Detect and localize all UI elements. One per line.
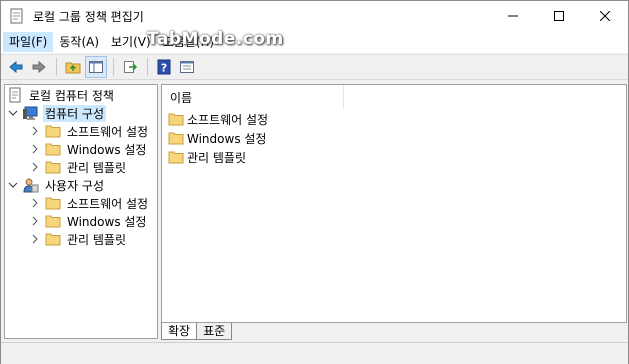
policy-document-icon (7, 87, 23, 103)
menu-action[interactable]: 동작(A) (53, 32, 105, 52)
title-bar: 로컬 그룹 정책 편집기 (1, 1, 628, 31)
details-pane: 이름 소프트웨어 설정 Windows 설정 관리 템플릿 (161, 84, 627, 323)
column-header-name[interactable]: 이름 (162, 85, 344, 109)
folder-icon (45, 195, 61, 211)
tree-label: Windows 설정 (67, 214, 147, 229)
chevron-down-icon[interactable] (7, 108, 19, 118)
show-hide-tree-icon (89, 61, 103, 73)
tree-label: 관리 템플릿 (67, 232, 127, 247)
properties-button[interactable] (176, 56, 198, 78)
show-hide-tree-button[interactable] (85, 56, 107, 78)
folder-icon (45, 123, 61, 139)
menu-file[interactable]: 파일(F) (3, 32, 54, 52)
menu-bar: 파일(F) 동작(A) 보기(V) 도움말(H) (1, 31, 628, 53)
chevron-right-icon[interactable] (29, 162, 41, 172)
tree-pane: 로컬 컴퓨터 정책 컴퓨터 구성 소프트웨어 설정 Windows 설정 관리 … (4, 84, 158, 339)
tree-item-root[interactable]: 로컬 컴퓨터 정책 (7, 86, 116, 104)
list-item-label: Windows 설정 (187, 131, 267, 146)
chevron-right-icon[interactable] (29, 216, 41, 226)
tree-label: 관리 템플릿 (67, 160, 127, 175)
tree-label: 로컬 컴퓨터 정책 (29, 88, 114, 103)
toolbar-separator (56, 58, 57, 76)
toolbar-separator (147, 58, 148, 76)
tree-item-user-admin-templates[interactable]: 관리 템플릿 (29, 230, 128, 248)
help-button[interactable]: ? (153, 56, 175, 78)
tree-item-computer-software[interactable]: 소프트웨어 설정 (29, 122, 150, 140)
list-item-label: 관리 템플릿 (187, 150, 247, 165)
folder-icon (45, 213, 61, 229)
back-icon (9, 60, 23, 74)
tab-standard[interactable]: 표준 (197, 323, 233, 340)
folder-icon (168, 111, 184, 127)
tree-item-user-software[interactable]: 소프트웨어 설정 (29, 194, 150, 212)
up-folder-icon (65, 62, 81, 74)
app-window: 로컬 그룹 정책 편집기 파일(F) 동작(A) 보기(V) 도움말(H) Ta… (0, 0, 629, 364)
group-policy-icon (9, 8, 25, 24)
up-folder-button[interactable] (62, 56, 84, 78)
tree-label: 컴퓨터 구성 (43, 104, 107, 122)
forward-icon (32, 60, 46, 74)
minimize-icon (508, 15, 518, 17)
tree-label: 소프트웨어 설정 (67, 196, 149, 211)
user-icon (23, 177, 39, 193)
tree-item-computer-admin-templates[interactable]: 관리 템플릿 (29, 158, 128, 176)
back-button[interactable] (5, 56, 27, 78)
tree-item-computer-config[interactable]: 컴퓨터 구성 (7, 104, 107, 122)
help-icon: ? (157, 59, 171, 75)
window-title: 로컬 그룹 정책 편집기 (33, 9, 144, 24)
list-item[interactable]: Windows 설정 (168, 129, 266, 147)
forward-button[interactable] (28, 56, 50, 78)
close-button[interactable] (582, 1, 628, 31)
tab-extended[interactable]: 확장 (161, 323, 198, 340)
tree-item-computer-windows[interactable]: Windows 설정 (29, 140, 148, 158)
folder-icon (45, 141, 61, 157)
tree-label: 소프트웨어 설정 (67, 124, 149, 139)
folder-icon (45, 159, 61, 175)
minimize-button[interactable] (490, 1, 536, 31)
maximize-button[interactable] (536, 1, 582, 31)
chevron-right-icon[interactable] (29, 198, 41, 208)
computer-icon (23, 105, 39, 121)
tree-label: 사용자 구성 (45, 178, 105, 193)
chevron-right-icon[interactable] (29, 234, 41, 244)
svg-text:?: ? (161, 62, 167, 75)
view-tabs: 확장 표준 (161, 323, 233, 341)
folder-icon (168, 130, 184, 146)
chevron-right-icon[interactable] (29, 144, 41, 154)
folder-icon (45, 231, 61, 247)
list-item[interactable]: 소프트웨어 설정 (168, 110, 268, 128)
folder-icon (168, 149, 184, 165)
toolbar: ? (1, 54, 628, 80)
tree-item-user-windows[interactable]: Windows 설정 (29, 212, 148, 230)
watermark-logo: TabMode.com (147, 29, 284, 49)
tree-label: Windows 설정 (67, 142, 147, 157)
toolbar-separator (113, 58, 114, 76)
list-item[interactable]: 관리 템플릿 (168, 148, 246, 166)
list-item-label: 소프트웨어 설정 (187, 112, 269, 127)
maximize-icon (554, 11, 564, 21)
tree-item-user-config[interactable]: 사용자 구성 (7, 176, 106, 194)
properties-icon (180, 61, 194, 73)
chevron-right-icon[interactable] (29, 126, 41, 136)
export-list-icon (124, 61, 138, 73)
chevron-down-icon[interactable] (7, 180, 19, 190)
status-bar (1, 342, 628, 364)
close-icon (600, 11, 610, 21)
export-list-button[interactable] (119, 56, 141, 78)
